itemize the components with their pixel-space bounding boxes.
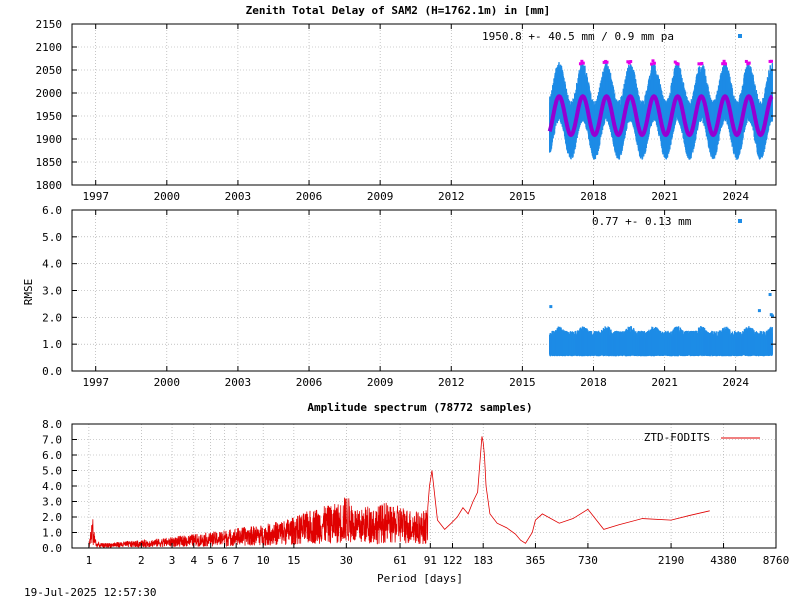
rmse-y-tick-label: 3.0 [42,285,62,298]
ztd-y-tick-label: 2100 [36,41,63,54]
rmse-annotation-marker [738,219,742,223]
ztd-x-tick-label: 1997 [82,190,109,203]
ztd-y-tick-label: 2050 [36,64,63,77]
rmse-x-tick-label: 2006 [296,376,323,389]
ztd-peak-marker [629,60,633,64]
ztd-x-tick-label: 2003 [225,190,252,203]
ztd-peak-marker [769,59,773,63]
rmse-data-layer [549,293,774,357]
footer-timestamp: 19-Jul-2025 12:57:30 [24,586,156,599]
ztd-y-tick-label: 1950 [36,110,63,123]
ztd-x-tick-label: 2012 [438,190,465,203]
ztd-y-tick-label: 1850 [36,156,63,169]
ztd-peak-marker [581,61,585,65]
chart-canvas: Zenith Total Delay of SAM2 (H=1762.1m) i… [22,4,789,599]
ztd-peak-marker [700,61,704,65]
rmse-x-tick-label: 2003 [225,376,252,389]
spectrum-x-tick-label: 5 [207,554,214,567]
spectrum-x-tick-label: 4380 [710,554,737,567]
spectrum-x-tick-label: 365 [526,554,546,567]
rmse-y-tick-label: 4.0 [42,258,62,271]
spectrum-y-tick-label: 2.0 [42,511,62,524]
ztd-peak-marker [650,62,654,66]
spectrum-x-tick-label: 730 [578,554,598,567]
rmse-x-tick-label: 2015 [509,376,536,389]
ztd-x-tick-label: 2021 [651,190,678,203]
spectrum-x-tick-label: 7 [233,554,240,567]
spectrum-x-tick-label: 2 [138,554,145,567]
ztd-y-tick-label: 1900 [36,133,63,146]
spectrum-y-tick-label: 8.0 [42,418,62,431]
rmse-x-tick-label: 2012 [438,376,465,389]
rmse-y-tick-label: 0.0 [42,365,62,378]
ztd-x-tick-label: 2024 [722,190,749,203]
spectrum-y-tick-label: 0.0 [42,542,62,555]
spectrum-x-tick-label: 10 [257,554,270,567]
rmse-outlier-point [549,305,553,309]
ztd-peak-marker [652,61,656,65]
ztd-peak-marker [605,60,609,64]
rmse-outlier-point [768,293,772,297]
spectrum-series-line [88,436,710,549]
rmse-y-tick-label: 2.0 [42,311,62,324]
ztd-x-tick-label: 2000 [154,190,181,203]
spectrum-x-tick-label: 30 [340,554,353,567]
ztd-y-tick-label: 2000 [36,87,63,100]
spectrum-x-tick-label: 91 [424,554,437,567]
spectrum-y-tick-label: 4.0 [42,480,62,493]
spectrum-legend-label: ZTD-FODITS [644,431,710,444]
spectrum-x-tick-label: 1 [86,554,93,567]
spectrum-x-tick-label: 6 [221,554,228,567]
rmse-x-tick-label: 2009 [367,376,394,389]
ztd-annotation-marker [738,34,742,38]
spectrum-y-tick-label: 3.0 [42,496,62,509]
ztd-y-tick-label: 1800 [36,179,63,192]
spectrum-chart-title: Amplitude spectrum (78772 samples) [307,401,532,414]
ztd-x-tick-label: 2015 [509,190,536,203]
rmse-x-tick-label: 1997 [82,376,109,389]
spectrum-y-tick-label: 6.0 [42,449,62,462]
ztd-x-tick-label: 2018 [580,190,607,203]
spectrum-legend: ZTD-FODITS [644,431,760,444]
spectrum-x-tick-label: 3 [169,554,176,567]
rmse-y-tick-label: 5.0 [42,231,62,244]
spectrum-x-tick-label: 8760 [763,554,790,567]
spectrum-y-tick-label: 5.0 [42,465,62,478]
spectrum-data-layer [88,436,710,549]
spectrum-x-tick-label: 61 [393,554,406,567]
ztd-x-tick-label: 2009 [367,190,394,203]
ztd-data-layer [547,59,774,160]
rmse-y-tick-label: 6.0 [42,204,62,217]
spectrum-x-axis-label: Period [days] [377,572,463,585]
ztd-x-tick-label: 2006 [296,190,323,203]
rmse-y-tick-label: 1.0 [42,338,62,351]
rmse-stats-annotation: 0.77 +- 0.13 mm [592,215,692,228]
ztd-peak-marker [724,62,728,66]
rmse-axis-ticks: 1997 2000 2003 2006 2009 2012 2015 2018 2021 2024… [42,204,776,389]
spectrum-x-tick-label: 122 [443,554,463,567]
ztd-peak-marker [676,62,680,66]
rmse-x-tick-label: 2024 [722,376,749,389]
rmse-x-tick-label: 2000 [154,376,181,389]
rmse-panel: 1997 2000 2003 2006 2009 2012 2015 2018 2021 2024… [22,204,777,389]
ztd-panel: Zenith Total Delay of SAM2 (H=1762.1m) i… [36,4,777,203]
rmse-y-axis-label: RMSE [22,279,35,306]
spectrum-x-tick-label: 183 [473,554,493,567]
spectrum-panel: Amplitude spectrum (78772 samples) 12345… [42,401,789,585]
spectrum-y-tick-label: 1.0 [42,527,62,540]
spectrum-x-tick-label: 4 [191,554,198,567]
ztd-y-tick-label: 2150 [36,18,63,31]
spectrum-x-tick-label: 2190 [658,554,685,567]
ztd-chart-title: Zenith Total Delay of SAM2 (H=1762.1m) i… [246,4,551,17]
spectrum-y-tick-label: 7.0 [42,434,62,447]
rmse-x-tick-label: 2021 [651,376,678,389]
rmse-x-tick-label: 2018 [580,376,607,389]
rmse-outlier-point [757,309,761,313]
spectrum-x-tick-label: 15 [287,554,300,567]
ztd-peak-marker [747,61,751,65]
ztd-stats-annotation: 1950.8 +- 40.5 mm / 0.9 mm pa [482,30,674,43]
